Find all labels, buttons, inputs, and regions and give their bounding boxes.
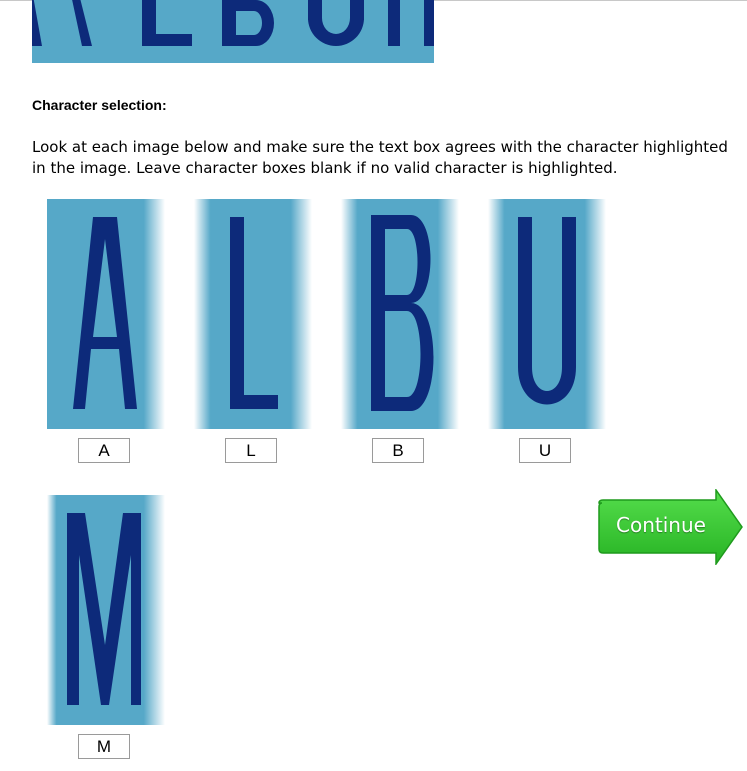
continue-arrow-shape [598,489,743,565]
character-image-m [47,495,165,725]
captcha-word-image [32,0,434,63]
character-cell-u [488,199,606,469]
character-input-m[interactable] [78,734,130,759]
character-cell-a [47,199,165,469]
character-input-u[interactable] [519,438,571,463]
character-input-b[interactable] [372,438,424,463]
character-image-u [488,199,606,429]
character-cell-l [194,199,312,469]
character-cell-b [341,199,459,469]
section-heading: Character selection: [32,97,167,113]
character-image-a [47,199,165,429]
continue-button[interactable]: Continue [598,489,744,565]
character-input-l[interactable] [225,438,277,463]
character-input-a[interactable] [78,438,130,463]
character-image-b [341,199,459,429]
character-cell-m [47,495,165,765]
character-image-l [194,199,312,429]
instructions-text: Look at each image below and make sure t… [32,138,728,177]
